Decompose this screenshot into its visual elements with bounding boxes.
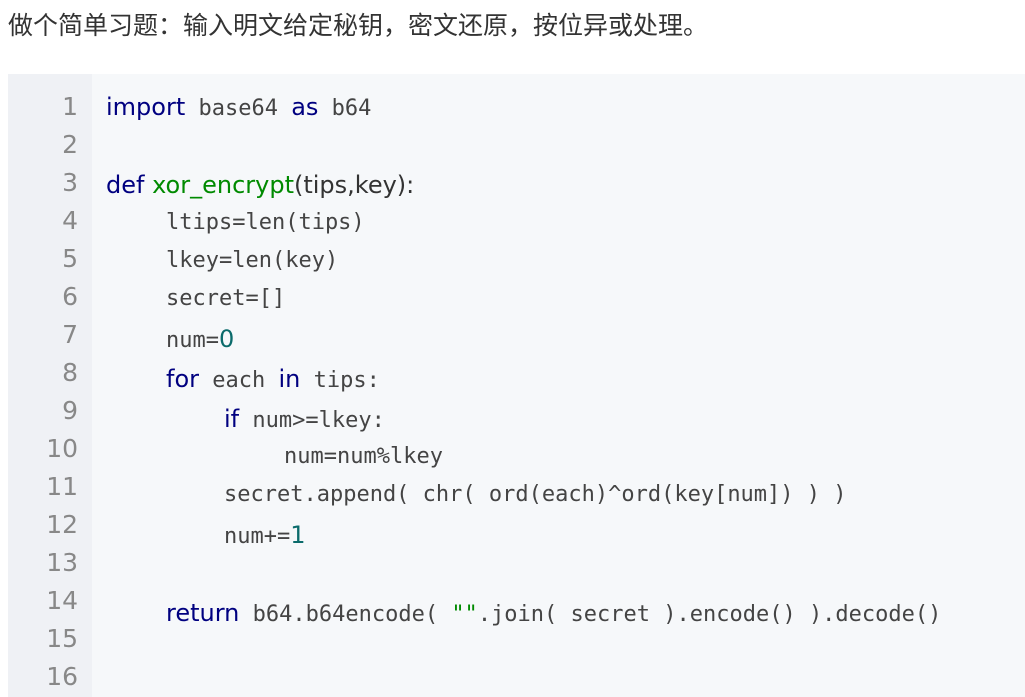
keyword-if: if — [224, 405, 240, 433]
module-alias: b64 — [318, 96, 372, 121]
code-line-7: num=0 — [166, 324, 234, 356]
keyword-import: import — [106, 93, 186, 121]
line-number: 7 — [62, 320, 78, 349]
line-number: 5 — [62, 244, 78, 273]
keyword-as: as — [291, 93, 319, 121]
variable-increment: num+= — [224, 524, 291, 549]
string-literal: "" — [451, 602, 478, 627]
return-call-start: b64.b64encode( — [239, 602, 452, 627]
module-name: base64 — [185, 96, 292, 121]
keyword-def: def — [106, 171, 145, 199]
line-number: 8 — [62, 358, 78, 387]
function-params: (tips,key): — [293, 171, 415, 199]
number-literal: 1 — [290, 521, 306, 549]
line-number: 13 — [46, 548, 78, 577]
line-number: 15 — [46, 624, 78, 653]
code-line-8: for each in tips: — [166, 364, 380, 396]
if-condition: num>=lkey: — [239, 408, 385, 433]
code-line-11: secret.append( chr( ord(each)^ord(key[nu… — [224, 482, 847, 507]
return-call-end: .join( secret ).encode() ).decode() — [477, 602, 942, 627]
line-number-gutter: 1 2 3 4 5 6 7 8 9 10 11 12 13 14 15 16 — [8, 74, 92, 697]
line-number: 4 — [62, 206, 78, 235]
keyword-in: in — [278, 365, 301, 393]
code-line-9: if num>=lkey: — [224, 404, 385, 436]
line-number: 9 — [62, 396, 78, 425]
line-number: 16 — [46, 662, 78, 691]
line-number: 14 — [46, 586, 78, 615]
variable-assign: num= — [166, 328, 219, 353]
loop-variable: each — [199, 368, 279, 393]
number-literal: 0 — [218, 325, 235, 353]
loop-iterable: tips: — [300, 368, 380, 393]
code-line-1: import base64 as b64 — [106, 92, 371, 124]
code-line-5: lkey=len(key) — [166, 248, 339, 273]
line-number: 6 — [62, 282, 78, 311]
line-number: 10 — [46, 434, 78, 463]
line-number: 1 — [62, 92, 78, 121]
code-block: 1 2 3 4 5 6 7 8 9 10 11 12 13 14 15 16 i… — [8, 74, 1025, 697]
code-line-4: ltips=len(tips) — [166, 210, 365, 235]
line-number: 11 — [46, 472, 78, 501]
line-number: 3 — [62, 168, 78, 197]
line-number: 12 — [46, 510, 78, 539]
function-name: xor_encrypt — [144, 171, 294, 199]
line-number: 2 — [62, 130, 78, 159]
code-line-12: num+=1 — [224, 520, 306, 552]
code-line-3: def xor_encrypt(tips,key): — [106, 170, 414, 202]
code-line-10: num=num%lkey — [284, 444, 443, 469]
keyword-for: for — [166, 365, 199, 393]
code-line-6: secret=[] — [166, 286, 286, 311]
intro-text: 做个简单习题：输入明文给定秘钥，密文还原，按位异或处理。 — [8, 11, 709, 40]
code-line-14: return b64.b64encode( "".join( secret ).… — [166, 598, 941, 630]
keyword-return: return — [166, 599, 240, 627]
